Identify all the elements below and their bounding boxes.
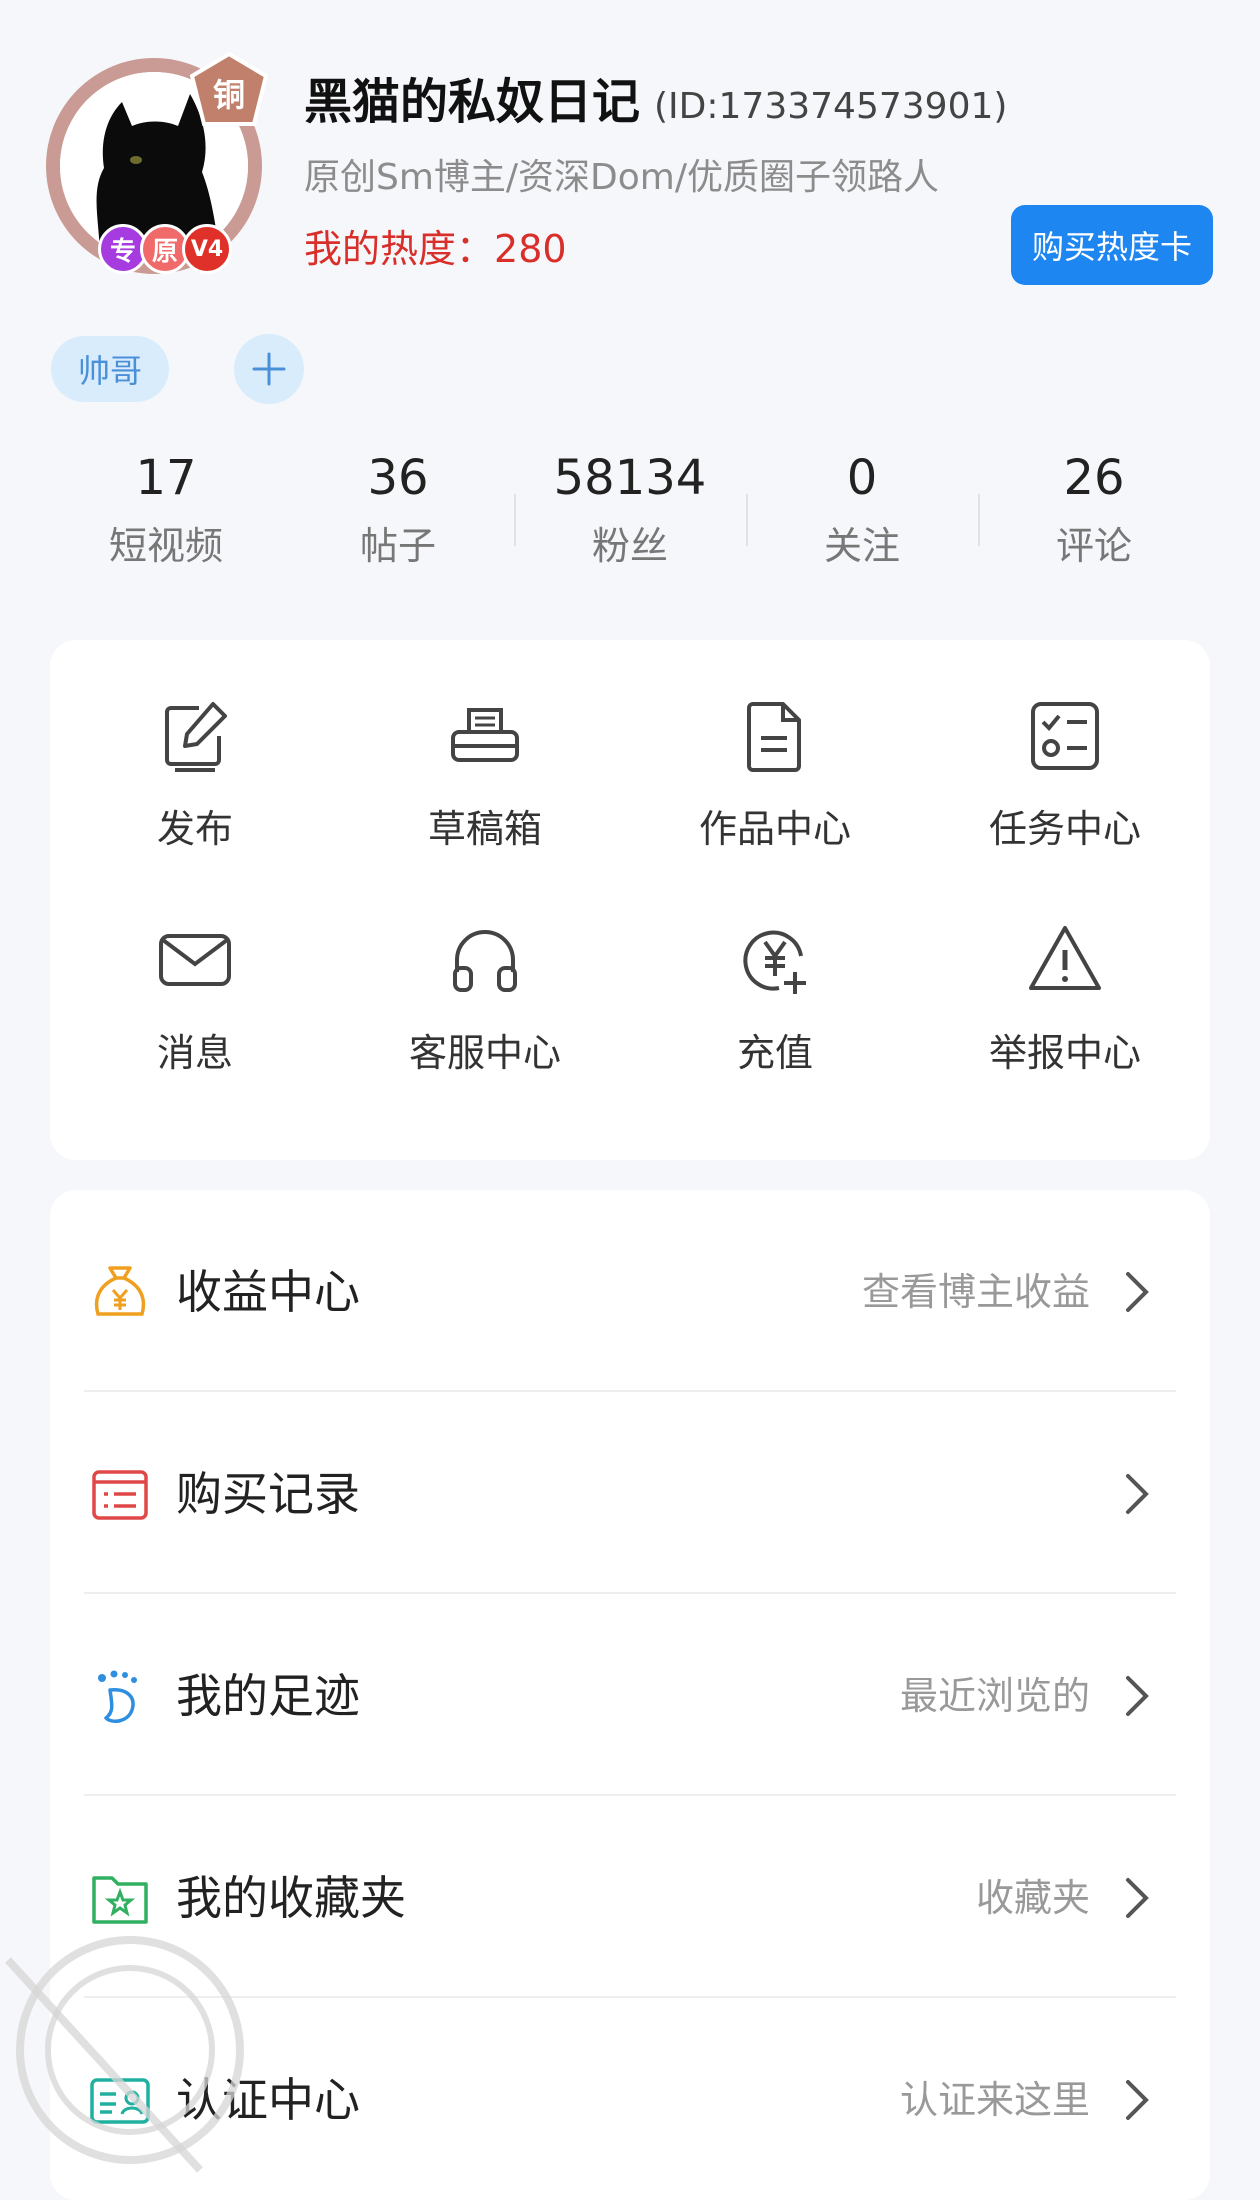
profile-subtitle: 原创Sm博主/资深Dom/优质圈子领路人 [304, 157, 939, 198]
copper-rank-badge: 铜 [188, 51, 270, 134]
buy-heat-card-button[interactable]: 购买热度卡 [1011, 205, 1213, 285]
heat-label: 我的热度： [304, 227, 495, 271]
grid-item-messages[interactable]: 消息 [50, 920, 340, 1144]
checklist-icon [1031, 702, 1099, 770]
stat-value: 0 [846, 450, 878, 506]
grid-item-label: 作品中心 [698, 807, 851, 851]
menu-hint: 查看博主收益 [861, 1270, 1090, 1314]
profile-name: 黑猫的私奴日记 [304, 74, 641, 130]
stat-short-videos[interactable]: 17 短视频 [50, 448, 282, 598]
stat-divider [978, 494, 980, 546]
grid-item-report-center[interactable]: 举报中心 [920, 920, 1210, 1144]
receipt-list-icon [92, 1470, 148, 1520]
grid-item-publish[interactable]: 发布 [50, 696, 340, 920]
grid-item-customer-service[interactable]: 客服中心 [340, 920, 630, 1144]
grid-item-label: 消息 [156, 1031, 233, 1075]
menu-title: 收益中心 [176, 1265, 360, 1319]
footprint-icon [98, 1670, 137, 1724]
grid-item-label: 举报中心 [988, 1031, 1141, 1075]
grid-item-label: 发布 [156, 807, 233, 851]
stat-following[interactable]: 0 关注 [746, 448, 978, 598]
stat-divider [746, 494, 748, 546]
menu-row-footprints[interactable]: 我的足迹 最近浏览的 [50, 1594, 1210, 1796]
grid-item-label: 任务中心 [988, 807, 1141, 851]
stat-value: 17 [135, 450, 197, 506]
vip-level-badge: V4 [182, 224, 232, 274]
grid-item-label: 草稿箱 [427, 807, 542, 851]
document-icon [747, 702, 801, 772]
heat-line: 我的热度：280 [304, 218, 567, 273]
warning-icon [1029, 926, 1101, 990]
stat-value: 58134 [553, 450, 707, 506]
stat-label: 关注 [823, 524, 900, 568]
tag-chip[interactable]: 帅哥 [51, 336, 169, 402]
yuan-plus-icon [743, 930, 806, 994]
add-tag-button[interactable] [234, 334, 304, 404]
menu-title: 购买记录 [176, 1467, 360, 1521]
grid-item-label: 充值 [736, 1031, 813, 1075]
stat-posts[interactable]: 36 帖子 [282, 448, 514, 598]
plus-icon [252, 352, 286, 386]
stats-bar: 17 短视频 36 帖子 58134 粉丝 0 关注 26 评论 [50, 448, 1210, 598]
grid-item-works-center[interactable]: 作品中心 [630, 696, 920, 920]
stat-label: 粉丝 [591, 524, 668, 568]
menu-title: 我的足迹 [176, 1669, 360, 1723]
grid-item-recharge[interactable]: 充值 [630, 920, 920, 1144]
stat-fans[interactable]: 58134 粉丝 [514, 448, 746, 598]
menu-hint: 认证来这里 [899, 2078, 1090, 2122]
rank-badge-text: 铜 [213, 76, 245, 114]
stat-label: 帖子 [359, 524, 436, 568]
profile-id: (ID:173374573901) [654, 86, 1008, 127]
chevron-right-icon [1126, 1272, 1149, 1312]
stat-value: 36 [367, 450, 429, 506]
chevron-right-icon [1126, 2080, 1149, 2120]
heat-value: 280 [494, 227, 567, 271]
stat-label: 评论 [1055, 524, 1132, 568]
stat-divider [514, 494, 516, 546]
watermark-logo [5, 1936, 244, 2173]
menu-hint: 最近浏览的 [899, 1674, 1090, 1718]
chevron-right-icon [1126, 1878, 1149, 1918]
headphones-icon [453, 930, 517, 992]
stat-value: 26 [1063, 450, 1125, 506]
edit-icon [165, 702, 227, 772]
printer-icon [451, 708, 519, 762]
grid-item-label: 客服中心 [408, 1031, 561, 1075]
stat-label: 短视频 [108, 524, 223, 568]
menu-row-earnings[interactable]: 收益中心 查看博主收益 [50, 1190, 1210, 1392]
profile-name-line: 黑猫的私奴日记 (ID:173374573901) [304, 62, 1007, 132]
avatar[interactable]: 铜 专 原 V4 [46, 51, 269, 274]
chevron-right-icon [1126, 1474, 1149, 1514]
mail-icon [159, 934, 231, 986]
menu-row-purchase-records[interactable]: 购买记录 [50, 1392, 1210, 1594]
feature-grid-card: 发布 草稿箱 作品中心 任务中心 消息 客服中心 充值 举报中心 [50, 640, 1210, 1160]
stat-comments[interactable]: 26 评论 [978, 448, 1210, 598]
grid-item-drafts[interactable]: 草稿箱 [340, 696, 630, 920]
grid-item-task-center[interactable]: 任务中心 [920, 696, 1210, 920]
menu-hint: 收藏夹 [975, 1876, 1090, 1920]
chevron-right-icon [1126, 1676, 1149, 1716]
money-bag-icon [94, 1266, 146, 1316]
